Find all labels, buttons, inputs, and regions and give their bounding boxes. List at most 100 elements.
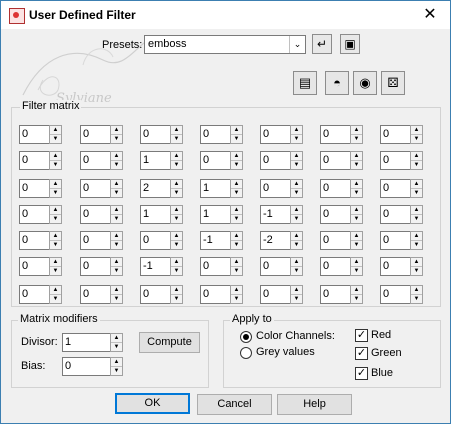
matrix-cell-input[interactable]: 0 [380, 231, 411, 250]
spin-up-icon[interactable]: ▲ [171, 286, 182, 295]
grey-values-radio[interactable] [240, 347, 252, 359]
matrix-cell-spin-arrows[interactable]: ▲ ▼ [350, 151, 363, 170]
matrix-cell-input[interactable]: 1 [200, 179, 231, 198]
matrix-cell-input[interactable]: 0 [380, 205, 411, 224]
spin-down-icon[interactable]: ▼ [411, 189, 422, 197]
matrix-cell-input[interactable]: 0 [320, 179, 351, 198]
spin-down-icon[interactable]: ▼ [291, 295, 302, 303]
matrix-cell[interactable]: 1 ▲ ▼ [140, 205, 184, 224]
matrix-cell-input[interactable]: 0 [80, 151, 111, 170]
spin-down-icon[interactable]: ▼ [351, 295, 362, 303]
blue-checkbox[interactable]: ✓ [355, 367, 368, 380]
matrix-cell-input[interactable]: 0 [140, 285, 171, 304]
spin-down-icon[interactable]: ▼ [411, 161, 422, 169]
matrix-cell[interactable]: -1 ▲ ▼ [260, 205, 304, 224]
matrix-cell[interactable]: 0 ▲ ▼ [380, 231, 424, 250]
matrix-cell-spin-arrows[interactable]: ▲ ▼ [49, 205, 62, 224]
matrix-cell[interactable]: 0 ▲ ▼ [260, 285, 304, 304]
matrix-cell-input[interactable]: 0 [200, 151, 231, 170]
matrix-cell[interactable]: 0 ▲ ▼ [80, 125, 124, 144]
spin-up-icon[interactable]: ▲ [411, 258, 422, 267]
matrix-cell[interactable]: 0 ▲ ▼ [320, 151, 364, 170]
spin-up-icon[interactable]: ▲ [351, 152, 362, 161]
spin-up-icon[interactable]: ▲ [111, 126, 122, 135]
matrix-cell[interactable]: 0 ▲ ▼ [380, 205, 424, 224]
matrix-cell-spin-arrows[interactable]: ▲ ▼ [350, 231, 363, 250]
matrix-cell-input[interactable]: 0 [320, 151, 351, 170]
matrix-cell-spin-arrows[interactable]: ▲ ▼ [49, 285, 62, 304]
spin-up-icon[interactable]: ▲ [291, 286, 302, 295]
cancel-button[interactable]: Cancel [197, 394, 272, 415]
spin-down-icon[interactable]: ▼ [351, 189, 362, 197]
matrix-cell-spin-arrows[interactable]: ▲ ▼ [170, 257, 183, 276]
spin-down-icon[interactable]: ▼ [411, 215, 422, 223]
bias-input[interactable]: 0 [62, 357, 111, 376]
spin-up-icon[interactable]: ▲ [171, 232, 182, 241]
spin-down-icon[interactable]: ▼ [111, 367, 122, 375]
spin-down-icon[interactable]: ▼ [291, 161, 302, 169]
randomize-button[interactable]: ⚄ [381, 71, 405, 95]
matrix-cell[interactable]: 0 ▲ ▼ [260, 179, 304, 198]
divisor-spinner[interactable]: 1 ▲ ▼ [62, 333, 124, 352]
spin-up-icon[interactable]: ▲ [351, 206, 362, 215]
matrix-cell[interactable]: 2 ▲ ▼ [140, 179, 184, 198]
matrix-cell-input[interactable]: -1 [200, 231, 231, 250]
matrix-cell-spin-arrows[interactable]: ▲ ▼ [49, 179, 62, 198]
matrix-cell-spin-arrows[interactable]: ▲ ▼ [410, 179, 423, 198]
spin-down-icon[interactable]: ▼ [291, 189, 302, 197]
matrix-cell[interactable]: 0 ▲ ▼ [320, 257, 364, 276]
reset-preset-button[interactable]: ↵ [312, 34, 332, 54]
spin-up-icon[interactable]: ▲ [50, 126, 61, 135]
spin-up-icon[interactable]: ▲ [111, 232, 122, 241]
matrix-cell-spin-arrows[interactable]: ▲ ▼ [290, 179, 303, 198]
spin-down-icon[interactable]: ▼ [50, 161, 61, 169]
matrix-cell-spin-arrows[interactable]: ▲ ▼ [410, 257, 423, 276]
matrix-cell-input[interactable]: 0 [320, 285, 351, 304]
spin-up-icon[interactable]: ▲ [291, 206, 302, 215]
matrix-cell[interactable]: 0 ▲ ▼ [19, 205, 63, 224]
matrix-cell[interactable]: 0 ▲ ▼ [200, 151, 244, 170]
green-checkbox[interactable]: ✓ [355, 347, 368, 360]
lock-button[interactable]: ◓ [325, 71, 349, 95]
matrix-cell-input[interactable]: 0 [260, 151, 291, 170]
matrix-cell[interactable]: 0 ▲ ▼ [140, 125, 184, 144]
matrix-cell-spin-arrows[interactable]: ▲ ▼ [170, 231, 183, 250]
matrix-cell-spin-arrows[interactable]: ▲ ▼ [410, 125, 423, 144]
matrix-cell-input[interactable]: 0 [200, 125, 231, 144]
matrix-cell-spin-arrows[interactable]: ▲ ▼ [350, 205, 363, 224]
spin-down-icon[interactable]: ▼ [111, 267, 122, 275]
matrix-cell-input[interactable]: 0 [19, 285, 50, 304]
matrix-cell[interactable]: 0 ▲ ▼ [200, 125, 244, 144]
matrix-cell-input[interactable]: 0 [380, 257, 411, 276]
spin-down-icon[interactable]: ▼ [171, 161, 182, 169]
matrix-cell-input[interactable]: 0 [19, 151, 50, 170]
spin-up-icon[interactable]: ▲ [351, 126, 362, 135]
presets-combo[interactable]: emboss ⌄ [144, 35, 306, 54]
spin-down-icon[interactable]: ▼ [351, 215, 362, 223]
spin-down-icon[interactable]: ▼ [50, 295, 61, 303]
spin-up-icon[interactable]: ▲ [231, 206, 242, 215]
spin-down-icon[interactable]: ▼ [171, 267, 182, 275]
grey-values-label[interactable]: Grey values [256, 346, 315, 358]
matrix-cell[interactable]: 0 ▲ ▼ [80, 179, 124, 198]
spin-up-icon[interactable]: ▲ [171, 126, 182, 135]
matrix-cell-input[interactable]: 0 [260, 257, 291, 276]
matrix-cell[interactable]: 0 ▲ ▼ [80, 231, 124, 250]
matrix-cell-input[interactable]: 0 [380, 179, 411, 198]
proof-button[interactable]: ◉ [353, 71, 377, 95]
matrix-cell-input[interactable]: 0 [80, 125, 111, 144]
matrix-cell-input[interactable]: 0 [80, 205, 111, 224]
matrix-cell-input[interactable]: 0 [320, 231, 351, 250]
spin-down-icon[interactable]: ▼ [111, 135, 122, 143]
matrix-cell-input[interactable]: 2 [140, 179, 171, 198]
spin-down-icon[interactable]: ▼ [411, 295, 422, 303]
matrix-cell-input[interactable]: 0 [140, 231, 171, 250]
spin-down-icon[interactable]: ▼ [291, 135, 302, 143]
matrix-cell[interactable]: 0 ▲ ▼ [19, 231, 63, 250]
matrix-cell-spin-arrows[interactable]: ▲ ▼ [290, 125, 303, 144]
matrix-cell-spin-arrows[interactable]: ▲ ▼ [290, 151, 303, 170]
chevron-down-icon[interactable]: ⌄ [289, 36, 305, 53]
spin-up-icon[interactable]: ▲ [291, 152, 302, 161]
matrix-cell-spin-arrows[interactable]: ▲ ▼ [49, 151, 62, 170]
matrix-cell-input[interactable]: 0 [260, 125, 291, 144]
